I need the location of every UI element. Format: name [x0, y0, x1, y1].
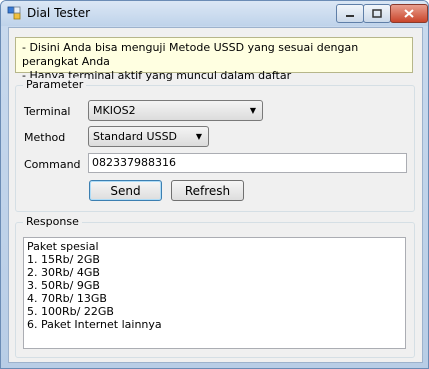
title-bar[interactable]: Dial Tester	[1, 1, 428, 26]
response-line: 2. 30Rb/ 4GB	[27, 266, 100, 279]
send-button[interactable]: Send	[89, 180, 162, 201]
terminal-dropdown[interactable]: MKIOS2 ▼	[88, 100, 263, 121]
response-group: Response Paket spesial 1. 15Rb/ 2GB 2. 3…	[15, 215, 415, 358]
info-panel: - Disini Anda bisa menguji Metode USSD y…	[15, 37, 413, 82]
response-line: 4. 70Rb/ 13GB	[27, 292, 107, 305]
response-textarea[interactable]: Paket spesial 1. 15Rb/ 2GB 2. 30Rb/ 4GB …	[23, 237, 406, 349]
method-label: Method	[24, 131, 66, 144]
app-icon	[7, 6, 21, 20]
close-icon	[404, 9, 414, 18]
response-line: 5. 100Rb/ 22GB	[27, 305, 114, 318]
info-line-1: - Disini Anda bisa menguji Metode USSD y…	[22, 41, 359, 68]
command-input[interactable]: 082337988316	[88, 153, 407, 173]
response-line: 3. 50Rb/ 9GB	[27, 279, 100, 292]
minimize-icon	[346, 14, 354, 17]
terminal-label: Terminal	[24, 105, 71, 118]
response-line: 1. 15Rb/ 2GB	[27, 253, 100, 266]
response-line: Paket spesial	[27, 240, 99, 253]
response-line: 6. Paket Internet lainnya	[27, 318, 162, 331]
dropdown-arrow-icon: ▼	[195, 132, 202, 141]
minimize-button[interactable]	[336, 4, 364, 23]
refresh-button[interactable]: Refresh	[171, 180, 244, 201]
window-title: Dial Tester	[27, 6, 91, 20]
terminal-value: MKIOS2	[93, 104, 136, 117]
command-label: Command	[24, 158, 81, 171]
parameter-group-label: Parameter	[23, 78, 87, 91]
maximize-button[interactable]	[363, 4, 391, 23]
dropdown-arrow-icon: ▼	[249, 106, 256, 115]
method-dropdown[interactable]: Standard USSD ▼	[88, 126, 209, 147]
dial-tester-window: Dial Tester - Disini Anda bisa menguji M…	[0, 0, 429, 369]
close-button[interactable]	[390, 4, 428, 23]
response-group-label: Response	[23, 215, 82, 228]
client-area: - Disini Anda bisa menguji Metode USSD y…	[8, 27, 423, 363]
maximize-icon	[372, 9, 382, 18]
method-value: Standard USSD	[93, 130, 178, 143]
parameter-group: Parameter Terminal MKIOS2 ▼ Method Stand…	[15, 78, 415, 212]
